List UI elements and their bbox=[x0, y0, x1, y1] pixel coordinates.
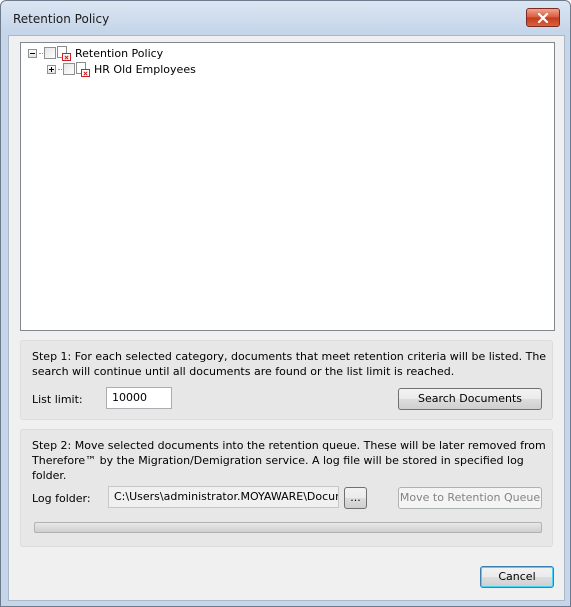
tree-checkbox[interactable] bbox=[63, 63, 75, 75]
step2-group: Step 2: Move selected documents into the… bbox=[20, 429, 553, 547]
tree-item-label: Retention Policy bbox=[75, 46, 164, 60]
list-limit-label: List limit: bbox=[32, 393, 83, 406]
tree-item-label: HR Old Employees bbox=[94, 62, 196, 76]
dialog-body: Retention Policy HR Old Employees Step 1… bbox=[8, 35, 565, 601]
list-limit-input[interactable]: 10000 bbox=[106, 387, 172, 409]
tree-item-hr-old-employees[interactable]: HR Old Employees bbox=[47, 61, 196, 77]
close-icon bbox=[537, 12, 549, 23]
close-button[interactable] bbox=[526, 8, 560, 27]
collapse-icon[interactable] bbox=[28, 48, 37, 58]
retention-policy-dialog: Retention Policy Retention Policy HR Old… bbox=[0, 0, 571, 607]
log-folder-label: Log folder: bbox=[32, 492, 91, 505]
retention-category-icon bbox=[76, 61, 90, 77]
cancel-button[interactable]: Cancel bbox=[480, 566, 554, 588]
log-folder-field[interactable]: C:\Users\administrator.MOYAWARE\Document… bbox=[108, 486, 339, 508]
move-to-retention-queue-button[interactable]: Move to Retention Queue bbox=[398, 487, 542, 509]
step1-group: Step 1: For each selected category, docu… bbox=[20, 340, 553, 420]
search-documents-button[interactable]: Search Documents bbox=[398, 388, 542, 410]
expand-icon[interactable] bbox=[47, 64, 56, 74]
browse-button[interactable]: ... bbox=[344, 487, 367, 509]
progress-bar bbox=[34, 522, 542, 533]
title-bar[interactable]: Retention Policy bbox=[1, 1, 570, 35]
category-tree[interactable]: Retention Policy HR Old Employees bbox=[20, 42, 555, 331]
retention-category-icon bbox=[57, 45, 71, 61]
step1-description: Step 1: For each selected category, docu… bbox=[32, 350, 547, 378]
window-title: Retention Policy bbox=[13, 12, 110, 26]
step2-description: Step 2: Move selected documents into the… bbox=[32, 439, 546, 482]
tree-checkbox[interactable] bbox=[44, 47, 56, 59]
tree-item-retention-policy[interactable]: Retention Policy bbox=[28, 45, 163, 61]
